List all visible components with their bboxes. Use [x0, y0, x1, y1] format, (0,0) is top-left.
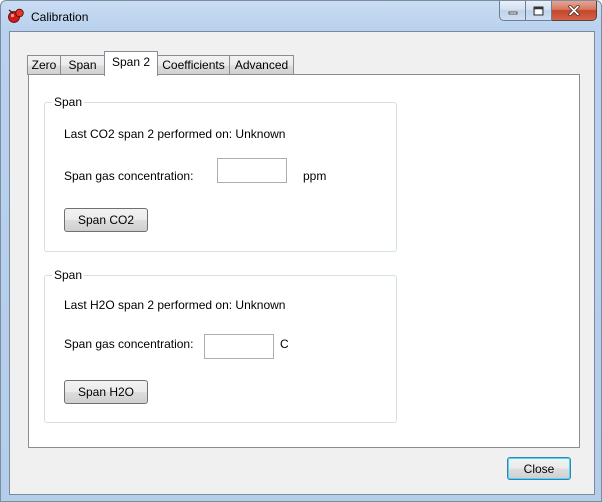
minimize-button[interactable] — [499, 1, 526, 21]
tab-panel-span-2: Span Last CO2 span 2 performed on: Unkno… — [28, 74, 580, 448]
tab-span-2[interactable]: Span 2 — [104, 51, 158, 76]
close-button[interactable]: Close — [507, 457, 571, 480]
group-legend: Span — [52, 268, 85, 282]
maximize-button[interactable] — [526, 1, 552, 21]
h2o-concentration-input[interactable] — [204, 334, 274, 359]
calibration-window: Calibration Zero Span Span 2 Coefficient… — [0, 0, 602, 502]
tab-zero[interactable]: Zero — [27, 55, 61, 75]
close-window-button[interactable] — [552, 1, 597, 21]
h2o-concentration-label: Span gas concentration: — [64, 337, 194, 351]
maximize-icon — [533, 6, 544, 15]
span-h2o-button[interactable]: Span H2O — [64, 380, 148, 404]
h2o-unit-label: C — [280, 337, 289, 351]
close-icon — [568, 5, 580, 16]
app-icon — [7, 8, 25, 24]
co2-concentration-input[interactable] — [217, 158, 287, 183]
h2o-span-group: Span Last H2O span 2 performed on: Unkno… — [44, 268, 397, 423]
title-bar[interactable]: Calibration — [1, 1, 601, 31]
tab-coefficients[interactable]: Coefficients — [157, 55, 230, 75]
span-co2-button[interactable]: Span CO2 — [64, 208, 148, 232]
caption-buttons — [499, 1, 597, 22]
last-co2-span-text: Last CO2 span 2 performed on: Unknown — [64, 127, 286, 141]
minimize-icon — [508, 11, 517, 14]
window-title: Calibration — [31, 10, 89, 24]
tab-advanced[interactable]: Advanced — [229, 55, 294, 75]
tab-span[interactable]: Span — [60, 55, 105, 75]
client-area: Zero Span Span 2 Coefficients Advanced S… — [9, 31, 595, 495]
last-h2o-span-text: Last H2O span 2 performed on: Unknown — [64, 298, 286, 312]
co2-span-group: Span Last CO2 span 2 performed on: Unkno… — [44, 95, 397, 252]
co2-concentration-label: Span gas concentration: — [64, 169, 194, 183]
co2-unit-label: ppm — [303, 169, 327, 183]
group-legend: Span — [52, 95, 85, 109]
